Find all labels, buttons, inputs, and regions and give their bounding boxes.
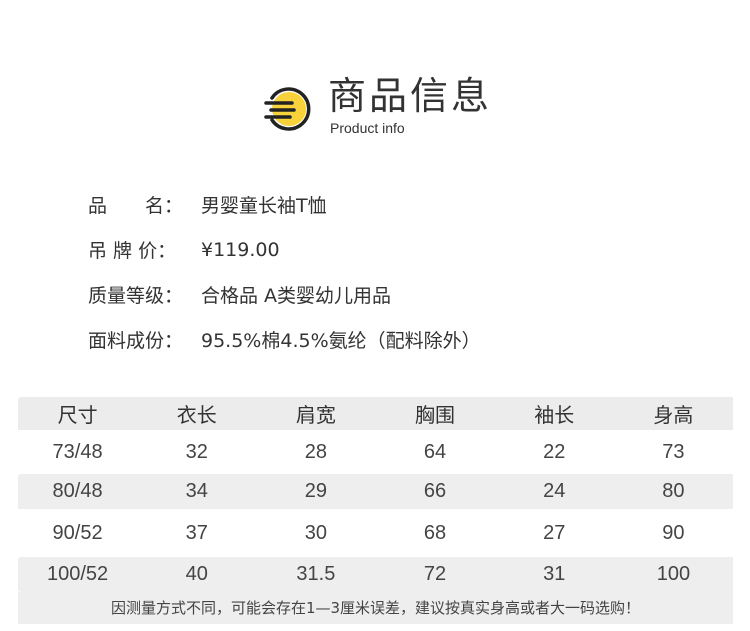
table-cell: 68: [423, 521, 447, 544]
column-header: 肩宽: [256, 397, 376, 430]
table-cell: 32: [185, 440, 208, 463]
table-cell: 28: [304, 440, 328, 463]
product-info: 品 名： 男婴童长袖T恤 吊 牌 价： ¥119.00 质量等级： 合格品 A类…: [88, 182, 481, 362]
table-cell: 100/52: [18, 557, 138, 591]
info-row-price: 吊 牌 价： ¥119.00: [88, 227, 481, 272]
table-cell: 73/48: [52, 440, 103, 463]
info-label: 质量等级：: [88, 285, 184, 307]
column-header: 袖长: [494, 397, 614, 430]
column-header: 胸围: [375, 397, 495, 430]
document-lines-icon: [264, 87, 311, 131]
table-row: 100/52 40 31.5 72 31 100: [18, 557, 733, 591]
table-row: 90/52 37 30 68 27 90: [18, 509, 733, 557]
table-cell: 100: [613, 557, 733, 591]
info-value: 95.5%棉4.5%氨纶（配料除外）: [201, 330, 481, 352]
info-label: 品 名：: [88, 195, 184, 217]
table-cell: 34: [137, 474, 257, 509]
table-cell: 80/48: [18, 474, 138, 509]
table-cell: 30: [304, 521, 328, 544]
table-header-row: 尺寸 衣长 肩宽 胸围 袖长 身高: [18, 397, 733, 430]
table-row: 80/48 34 29 66 24 80: [18, 474, 733, 509]
table-cell: 90: [662, 521, 685, 544]
info-label: 面料成份：: [88, 330, 184, 352]
table-cell: 31.5: [256, 557, 376, 591]
info-row-name: 品 名： 男婴童长袖T恤: [88, 182, 481, 227]
table-cell: 29: [256, 474, 376, 509]
size-table: 尺寸 衣长 肩宽 胸围 袖长 身高 73/48 32 28 64 22 73 8…: [18, 397, 733, 624]
table-cell: 27: [543, 521, 566, 544]
table-cell: 22: [543, 440, 566, 463]
table-cell: 73: [662, 440, 685, 463]
info-value: 合格品 A类婴幼儿用品: [201, 285, 392, 307]
column-header: 身高: [613, 397, 733, 430]
table-cell: 40: [137, 557, 257, 591]
measurement-note: 因测量方式不同，可能会存在1—3厘米误差，建议按真实身高或者大一码选购！: [18, 591, 733, 624]
table-cell: 31: [494, 557, 614, 591]
table-row: 73/48 32 28 64 22 73: [18, 430, 733, 474]
table-cell: 24: [494, 474, 614, 509]
table-cell: 64: [423, 440, 447, 463]
table-cell: 66: [375, 474, 495, 509]
info-value: ¥119.00: [201, 238, 280, 261]
table-cell: 90/52: [52, 521, 103, 544]
table-cell: 37: [185, 521, 208, 544]
page-header: 商品信息 Product info: [262, 72, 522, 142]
page-subtitle: Product info: [330, 120, 405, 136]
info-label: 吊 牌 价：: [88, 240, 177, 262]
info-row-grade: 质量等级： 合格品 A类婴幼儿用品: [88, 272, 481, 317]
page-title: 商品信息: [328, 74, 493, 118]
info-value: 男婴童长袖T恤: [201, 195, 327, 217]
table-note-row: 因测量方式不同，可能会存在1—3厘米误差，建议按真实身高或者大一码选购！: [18, 591, 733, 624]
column-header: 衣长: [137, 397, 257, 430]
table-cell: 72: [375, 557, 495, 591]
table-cell: 80: [613, 474, 733, 509]
column-header: 尺寸: [18, 397, 138, 430]
info-row-fabric: 面料成份： 95.5%棉4.5%氨纶（配料除外）: [88, 317, 481, 362]
